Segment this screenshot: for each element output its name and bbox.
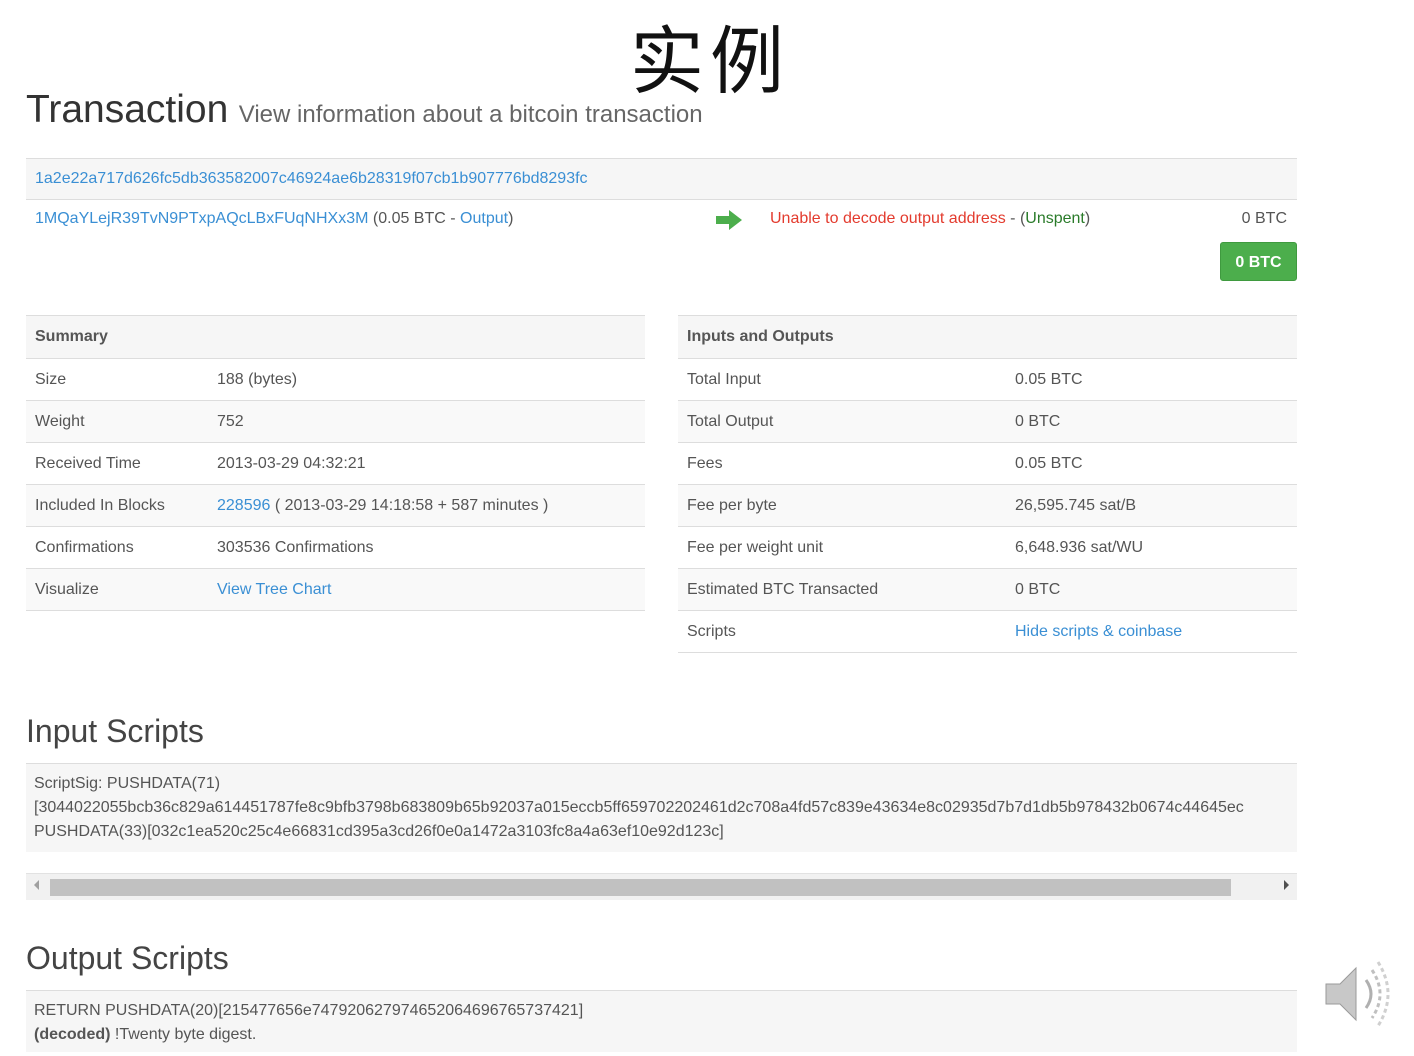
table-row: Visualize View Tree Chart: [26, 568, 645, 611]
input-output-link[interactable]: Output: [460, 210, 508, 227]
io-key: Total Output: [678, 400, 1006, 443]
output-scripts-title: Output Scripts: [26, 940, 229, 976]
summary-value: 188 (bytes): [208, 358, 645, 401]
summary-header: Summary: [26, 315, 645, 359]
io-key: Total Input: [678, 358, 1006, 401]
speaker-icon[interactable]: [1322, 958, 1398, 1030]
io-key: Fees: [678, 442, 1006, 485]
view-tree-chart-link[interactable]: View Tree Chart: [217, 581, 331, 598]
input-amount: (0.05 BTC -: [372, 210, 461, 227]
transaction-box: 1a2e22a717d626fc5db363582007c46924ae6b28…: [26, 158, 1297, 284]
io-header: Inputs and Outputs: [678, 315, 1297, 359]
table-row: Confirmations 303536 Confirmations: [26, 526, 645, 569]
output-sep: - (: [1005, 210, 1026, 227]
output-status: Unspent: [1025, 210, 1085, 227]
table-row: Scripts Hide scripts & coinbase: [678, 610, 1297, 653]
summary-key: Confirmations: [26, 526, 208, 569]
table-row: Included In Blocks 228596 ( 2013-03-29 1…: [26, 484, 645, 527]
summary-table: Summary Size 188 (bytes) Weight 752 Rece…: [26, 315, 645, 611]
table-row: Size 188 (bytes): [26, 358, 645, 401]
output-scripts-box: RETURN PUSHDATA(20)[215477656e7479206279…: [26, 990, 1297, 1052]
table-row: Estimated BTC Transacted 0 BTC: [678, 568, 1297, 611]
total-btc-button[interactable]: 0 BTC: [1220, 242, 1297, 281]
scrollbar-thumb[interactable]: [50, 879, 1231, 896]
summary-key: Weight: [26, 400, 208, 443]
output-error-text: Unable to decode output address: [770, 210, 1006, 227]
tx-input: 1MQaYLejR39TvN9PTxpAQcLBxFUqNHXx3M (0.05…: [35, 210, 513, 228]
page-subtitle: View information about a bitcoin transac…: [238, 101, 703, 128]
summary-value: 752: [208, 400, 645, 443]
output-suffix: ): [1084, 210, 1091, 227]
io-key: Scripts: [678, 610, 1006, 653]
horizontal-scrollbar[interactable]: [26, 873, 1297, 900]
script-line: PUSHDATA(33)[032c1ea520c25c4e66831cd395a…: [34, 823, 724, 840]
io-value: 0.05 BTC: [1006, 442, 1297, 485]
table-row: Total Input 0.05 BTC: [678, 358, 1297, 401]
summary-value: 303536 Confirmations: [208, 526, 645, 569]
io-value: 0 BTC: [1006, 568, 1297, 611]
summary-key: Visualize: [26, 568, 208, 611]
decoded-value: !Twenty byte digest.: [110, 1026, 257, 1043]
tx-hash-row: 1a2e22a717d626fc5db363582007c46924ae6b28…: [26, 158, 1297, 200]
io-value: Hide scripts & coinbase: [1006, 610, 1297, 653]
arrow-right-icon: [716, 210, 742, 230]
summary-value: View Tree Chart: [208, 568, 645, 611]
io-key: Fee per byte: [678, 484, 1006, 527]
tx-hash-link[interactable]: 1a2e22a717d626fc5db363582007c46924ae6b28…: [35, 170, 588, 188]
io-value: 0.05 BTC: [1006, 358, 1297, 401]
io-value: 26,595.745 sat/B: [1006, 484, 1297, 527]
page-header: Transaction View information about a bit…: [26, 88, 703, 132]
inputs-outputs-table: Inputs and Outputs Total Input 0.05 BTC …: [678, 315, 1297, 653]
block-time: ( 2013-03-29 14:18:58 + 587 minutes ): [270, 496, 549, 514]
decoded-line: (decoded) !Twenty byte digest.: [34, 1023, 1289, 1047]
script-line: ScriptSig: PUSHDATA(71): [34, 775, 221, 792]
tx-output: Unable to decode output address - (Unspe…: [770, 210, 1090, 228]
page-title: Transaction: [26, 88, 229, 131]
table-row: Fee per weight unit 6,648.936 sat/WU: [678, 526, 1297, 569]
block-link[interactable]: 228596: [217, 497, 270, 514]
scroll-left-icon[interactable]: [34, 880, 39, 890]
input-scripts-title: Input Scripts: [26, 713, 204, 749]
script-line: RETURN PUSHDATA(20)[215477656e7479206279…: [34, 1002, 584, 1019]
summary-value: 2013-03-29 04:32:21: [208, 442, 645, 485]
summary-key: Size: [26, 358, 208, 401]
table-row: Weight 752: [26, 400, 645, 443]
io-key: Fee per weight unit: [678, 526, 1006, 569]
summary-key: Received Time: [26, 442, 208, 485]
io-value: 6,648.936 sat/WU: [1006, 526, 1297, 569]
input-scripts-box: ScriptSig: PUSHDATA(71) [3044022055bcb36…: [26, 763, 1297, 852]
summary-key: Included In Blocks: [26, 484, 208, 527]
io-key: Estimated BTC Transacted: [678, 568, 1006, 611]
hide-scripts-link[interactable]: Hide scripts & coinbase: [1015, 623, 1182, 640]
input-suffix: ): [508, 210, 514, 227]
decoded-label: (decoded): [34, 1026, 111, 1043]
table-row: Received Time 2013-03-29 04:32:21: [26, 442, 645, 485]
summary-value: 228596 ( 2013-03-29 14:18:58 + 587 minut…: [208, 484, 645, 527]
tx-io-row: 1MQaYLejR39TvN9PTxpAQcLBxFUqNHXx3M (0.05…: [26, 200, 1297, 284]
output-amount: 0 BTC: [1241, 210, 1287, 227]
table-row: Fees 0.05 BTC: [678, 442, 1297, 485]
input-address-link[interactable]: 1MQaYLejR39TvN9PTxpAQcLBxFUqNHXx3M: [35, 210, 368, 227]
table-row: Total Output 0 BTC: [678, 400, 1297, 443]
io-value: 0 BTC: [1006, 400, 1297, 443]
table-row: Fee per byte 26,595.745 sat/B: [678, 484, 1297, 527]
scroll-right-icon[interactable]: [1284, 880, 1289, 890]
script-line: [3044022055bcb36c829a614451787fe8c9bfb37…: [34, 799, 1244, 816]
